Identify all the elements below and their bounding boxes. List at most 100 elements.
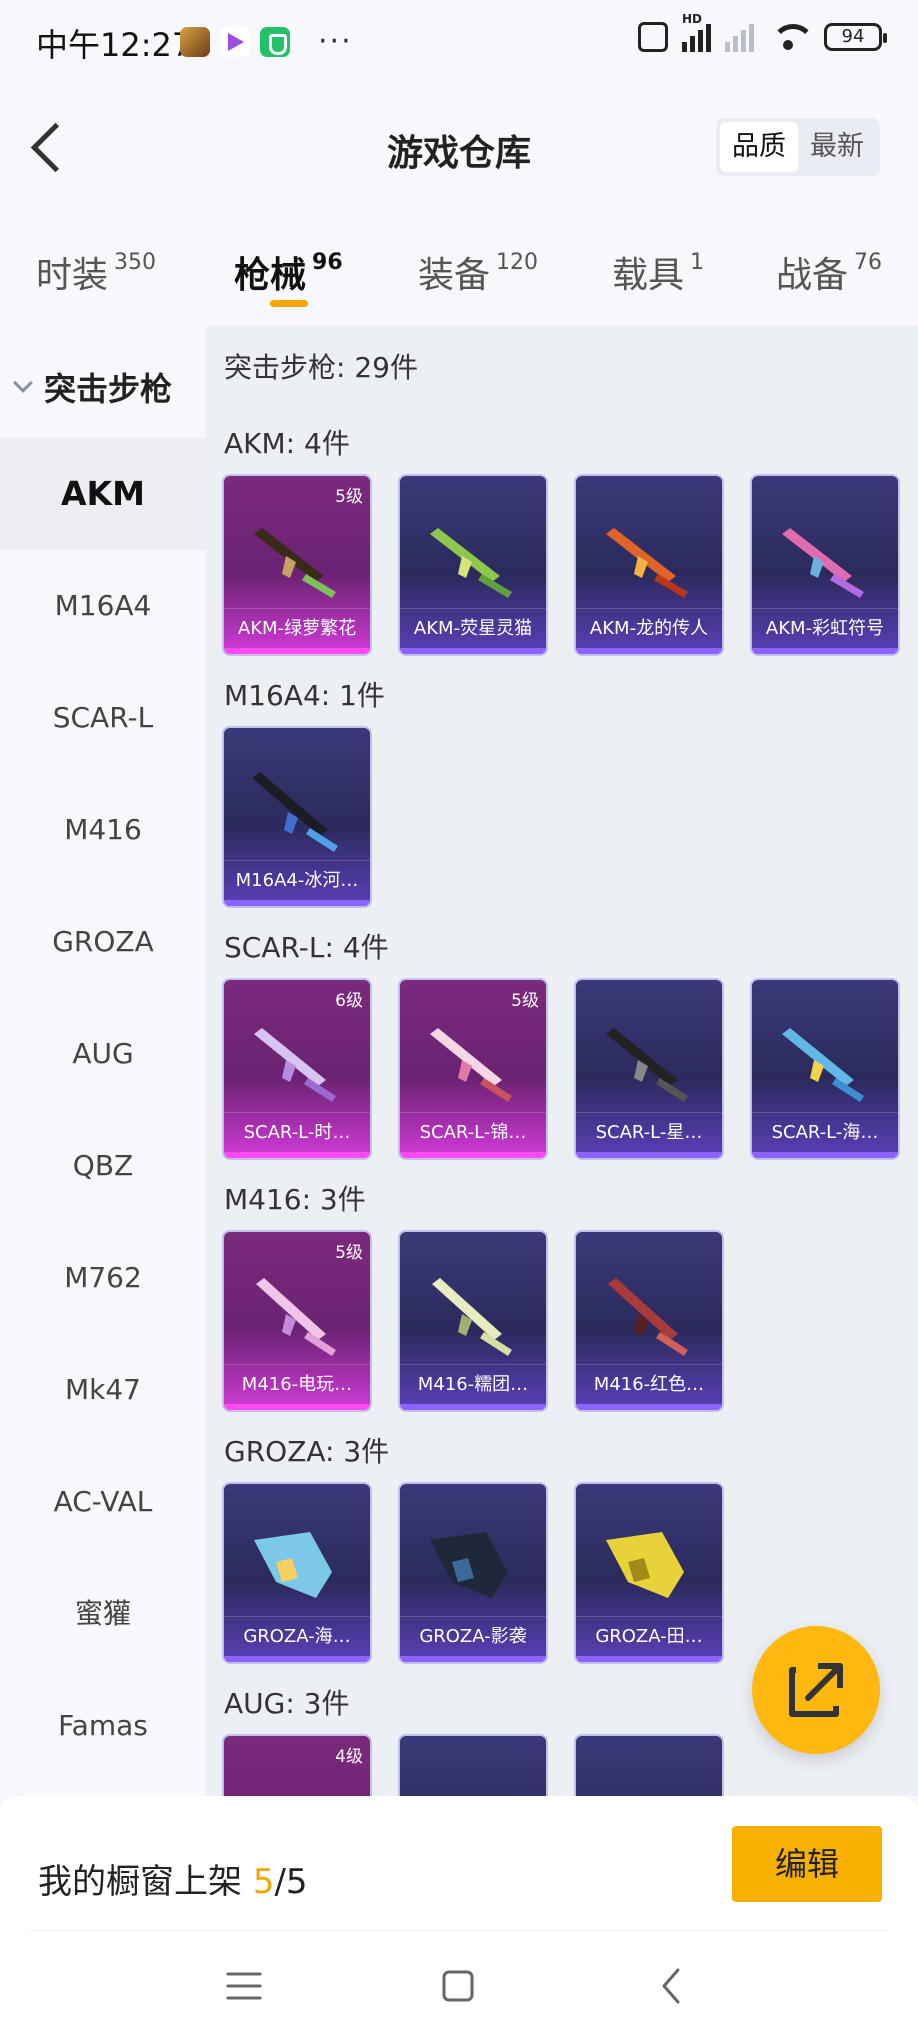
weapon-type-sidebar: 突击步枪 AKM M16A4 SCAR-L M416 GROZA AUG QBZ… [0,326,206,1796]
chevron-down-icon [13,373,33,393]
skin-card[interactable]: SCAR-L-星… [576,980,722,1158]
rarity-bar [576,648,722,654]
skin-card[interactable]: 5级 AKM-绿萝繁花 [224,476,370,654]
status-app-icons: ··· [180,24,353,59]
rarity-bar [224,900,370,906]
rifle-image-icon [432,1278,512,1356]
skin-card[interactable]: SCAR-L-海… [752,980,898,1158]
sidebar-group-label: 突击步枪 [44,370,173,408]
rarity-bar [224,1404,370,1410]
skin-card[interactable]: AKM-荧星灵猫 [400,476,546,654]
tab-vehicles[interactable]: 载具 1 [612,246,704,298]
tab-equipment[interactable]: 装备 120 [418,246,538,298]
sort-newest-option[interactable]: 最新 [798,122,876,172]
tab-supplies[interactable]: 战备 76 [776,246,882,298]
sidebar-item-akm[interactable]: AKM [0,438,206,550]
skin-name: SCAR-L-星… [576,1112,722,1152]
skin-card[interactable] [400,1736,546,1796]
rifle-image-icon [606,1028,688,1102]
skin-card[interactable]: GROZA-田… [576,1484,722,1662]
section-title-scar-l: SCAR-L: 4件 [224,931,389,964]
skin-card[interactable]: M416-红色… [576,1232,722,1410]
sidebar-item-honey-badger[interactable]: 蜜獾 [0,1558,206,1670]
rifle-image-icon [252,772,338,852]
menu-icon[interactable] [214,1956,274,2016]
skin-name: M416-糯团… [400,1364,546,1404]
skin-card[interactable]: AKM-龙的传人 [576,476,722,654]
rifle-image-icon [254,528,336,598]
skin-name: SCAR-L-海… [752,1112,898,1152]
rarity-bar [576,1404,722,1410]
showcase-label: 我的橱窗上架 [38,1862,242,1902]
tab-count: 120 [496,250,539,275]
sidebar-item-m16a4[interactable]: M16A4 [0,550,206,662]
skin-card[interactable] [576,1736,722,1796]
tab-label: 装备 [418,255,491,296]
tab-count: 76 [854,250,883,275]
tab-costume[interactable]: 时装 350 [36,246,156,298]
skin-name: AKM-绿萝繁花 [224,608,370,648]
signal-2-icon [725,22,754,52]
tab-label: 战备 [776,255,849,296]
skin-card[interactable]: AKM-彩虹符号 [752,476,898,654]
showcase-status: 我的橱窗上架 5/5 [38,1854,308,1903]
home-icon[interactable] [428,1956,488,2016]
tab-firearms[interactable]: 枪械 96 [234,246,343,298]
status-bar: 中午12:27 ··· HD 94 [0,0,918,84]
rifle-image-icon [256,1278,336,1356]
sidebar-item-ac-val[interactable]: AC-VAL [0,1446,206,1558]
skin-card[interactable]: GROZA-影袭 [400,1484,546,1662]
sidebar-item-groza[interactable]: GROZA [0,886,206,998]
tab-count: 350 [114,250,157,275]
rifle-image-icon [782,528,864,598]
sort-toggle: 品质 最新 [716,118,880,176]
rarity-bar [400,1152,546,1158]
rarity-bar [400,1656,546,1662]
skin-name: SCAR-L-锦… [400,1112,546,1152]
skin-card[interactable]: 6级 SCAR-L-时… [224,980,370,1158]
share-export-icon [789,1663,843,1717]
sidebar-item-scar-l[interactable]: SCAR-L [0,662,206,774]
rifle-image-icon [598,1764,698,1796]
sidebar-item-qbz[interactable]: QBZ [0,1110,206,1222]
rarity-bar [752,648,898,654]
tab-count: 96 [312,250,343,275]
skin-card[interactable]: 5级 M416-电玩… [224,1232,370,1410]
rarity-bar [224,1656,370,1662]
tab-label: 枪械 [234,255,307,296]
summary-title: 突击步枪: 29件 [224,351,418,384]
share-fab-button[interactable] [752,1626,880,1754]
tab-count: 1 [690,250,705,275]
sidebar-item-m416[interactable]: M416 [0,774,206,886]
sidebar-item-aug[interactable]: AUG [0,998,206,1110]
rifle-image-icon [430,528,512,598]
rifle-image-icon [246,1764,346,1796]
active-tab-indicator [270,300,308,307]
section-title-akm: AKM: 4件 [224,427,350,460]
video-play-icon [220,26,250,57]
sort-quality-option[interactable]: 品质 [720,122,798,172]
skin-card[interactable]: 4级 [224,1736,370,1796]
skin-card[interactable]: M16A4-冰河… [224,728,370,906]
rarity-bar [576,1656,722,1662]
nav-back-icon[interactable] [642,1956,702,2016]
rifle-image-icon [782,1028,864,1102]
sidebar-group-assault-rifles[interactable]: 突击步枪 [13,364,173,410]
skin-card[interactable]: 5级 SCAR-L-锦… [400,980,546,1158]
rarity-bar [224,648,370,654]
showcase-total: /5 [274,1862,308,1902]
rarity-bar [224,1152,370,1158]
weapon-list: 突击步枪: 29件 AKM: 4件 5级 AKM-绿萝繁花 AKM-荧星灵猫 A… [206,326,918,1796]
edit-button[interactable]: 编辑 [732,1826,882,1902]
sidebar-item-mk47[interactable]: Mk47 [0,1334,206,1446]
skin-name: GROZA-影袭 [400,1616,546,1656]
sidebar-item-famas[interactable]: Famas [0,1670,206,1782]
skin-card[interactable]: GROZA-海… [224,1484,370,1662]
rifle-image-icon [608,1278,688,1356]
skin-name: M16A4-冰河… [224,860,370,900]
skin-card[interactable]: M416-糯团… [400,1232,546,1410]
section-title-groza: GROZA: 3件 [224,1435,390,1468]
sidebar-item-m762[interactable]: M762 [0,1222,206,1334]
rarity-bar [576,1152,722,1158]
hd-label: HD [682,12,703,26]
